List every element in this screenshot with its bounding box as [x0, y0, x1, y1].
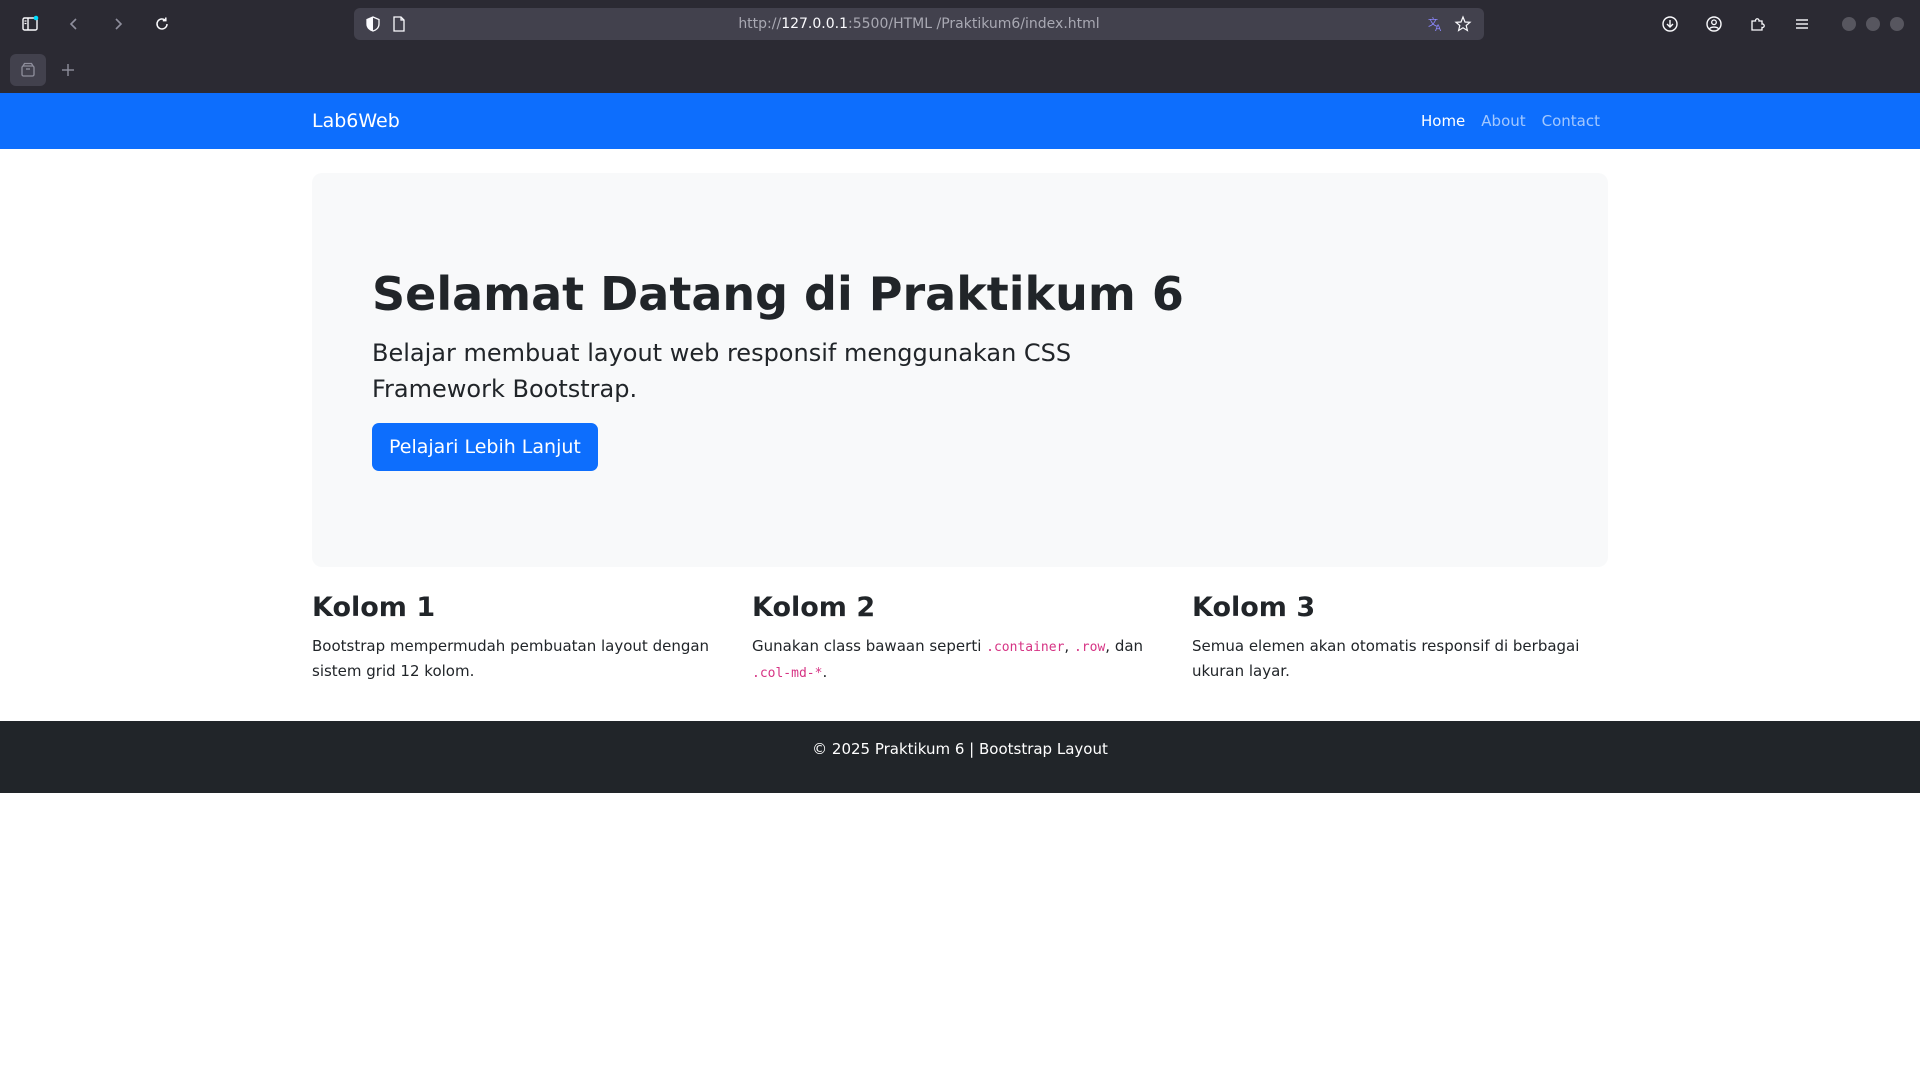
footer: © 2025 Praktikum 6 | Bootstrap Layout	[0, 721, 1920, 793]
tab-strip	[0, 48, 1920, 93]
navbar: Lab6Web Home About Contact	[0, 93, 1920, 149]
column-text: Bootstrap mempermudah pembuatan layout d…	[312, 637, 710, 680]
download-icon[interactable]	[1656, 10, 1684, 38]
bookmark-star-icon[interactable]	[1454, 15, 1472, 33]
column-text-part: ,	[1064, 637, 1074, 655]
minimize-button[interactable]	[1842, 17, 1856, 31]
column-text-part: Gunakan class bawaan seperti	[752, 637, 987, 655]
close-window-button[interactable]	[1890, 17, 1904, 31]
learn-more-button[interactable]: Pelajari Lebih Lanjut	[372, 423, 598, 471]
forward-icon[interactable]	[104, 10, 132, 38]
column-text: Semua elemen akan otomatis responsif di …	[1192, 637, 1580, 680]
nav-link-home[interactable]: Home	[1421, 112, 1465, 130]
hero-jumbotron: Selamat Datang di Praktikum 6 Belajar me…	[312, 173, 1608, 567]
tab-icon[interactable]	[10, 54, 46, 86]
code-col-md: .col-md-*	[752, 666, 823, 681]
url-text[interactable]: http://127.0.0.1:5500/HTML /Praktikum6/i…	[354, 8, 1484, 40]
back-icon[interactable]	[60, 10, 88, 38]
maximize-button[interactable]	[1866, 17, 1880, 31]
reload-icon[interactable]	[148, 10, 176, 38]
column-text-part: , dan	[1105, 637, 1144, 655]
nav-link-about[interactable]: About	[1481, 112, 1525, 130]
column-title: Kolom 2	[752, 592, 876, 623]
translate-icon[interactable]: 文A	[1426, 15, 1444, 33]
footer-text: © 2025 Praktikum 6 | Bootstrap Layout	[812, 740, 1108, 758]
column-text: Gunakan class bawaan seperti .container,…	[752, 634, 1172, 686]
nav-link-contact[interactable]: Contact	[1542, 112, 1600, 130]
browser-toolbar: http://127.0.0.1:5500/HTML /Praktikum6/i…	[0, 0, 1920, 48]
url-host: 127.0.0.1	[781, 16, 848, 32]
browser-chrome: http://127.0.0.1:5500/HTML /Praktikum6/i…	[0, 0, 1920, 93]
nav-links: Home About Contact	[1421, 93, 1600, 149]
navbar-brand[interactable]: Lab6Web	[312, 93, 400, 149]
hero-lead: Belajar membuat layout web responsif men…	[372, 339, 1072, 403]
column-title: Kolom 3	[1192, 592, 1316, 623]
url-path: :5500/HTML /Praktikum6/index.html	[848, 16, 1100, 32]
column-3: Kolom 3 Semua elemen akan otomatis respo…	[1192, 588, 1612, 684]
svg-text:A: A	[1435, 24, 1442, 33]
new-tab-icon[interactable]	[54, 54, 82, 86]
address-bar[interactable]: http://127.0.0.1:5500/HTML /Praktikum6/i…	[354, 8, 1484, 40]
column-2: Kolom 2 Gunakan class bawaan seperti .co…	[752, 588, 1172, 686]
hero-title: Selamat Datang di Praktikum 6	[372, 267, 1184, 321]
code-row: .row	[1073, 640, 1106, 655]
column-text-part: .	[822, 663, 828, 681]
account-icon[interactable]	[1700, 10, 1728, 38]
menu-icon[interactable]	[1788, 10, 1816, 38]
column-1: Kolom 1 Bootstrap mempermudah pembuatan …	[312, 588, 732, 684]
url-prefix: http://	[738, 16, 782, 32]
code-container: .container	[986, 640, 1065, 655]
column-title: Kolom 1	[312, 592, 436, 623]
extensions-icon[interactable]	[1744, 10, 1772, 38]
sidebar-icon[interactable]	[16, 10, 44, 38]
